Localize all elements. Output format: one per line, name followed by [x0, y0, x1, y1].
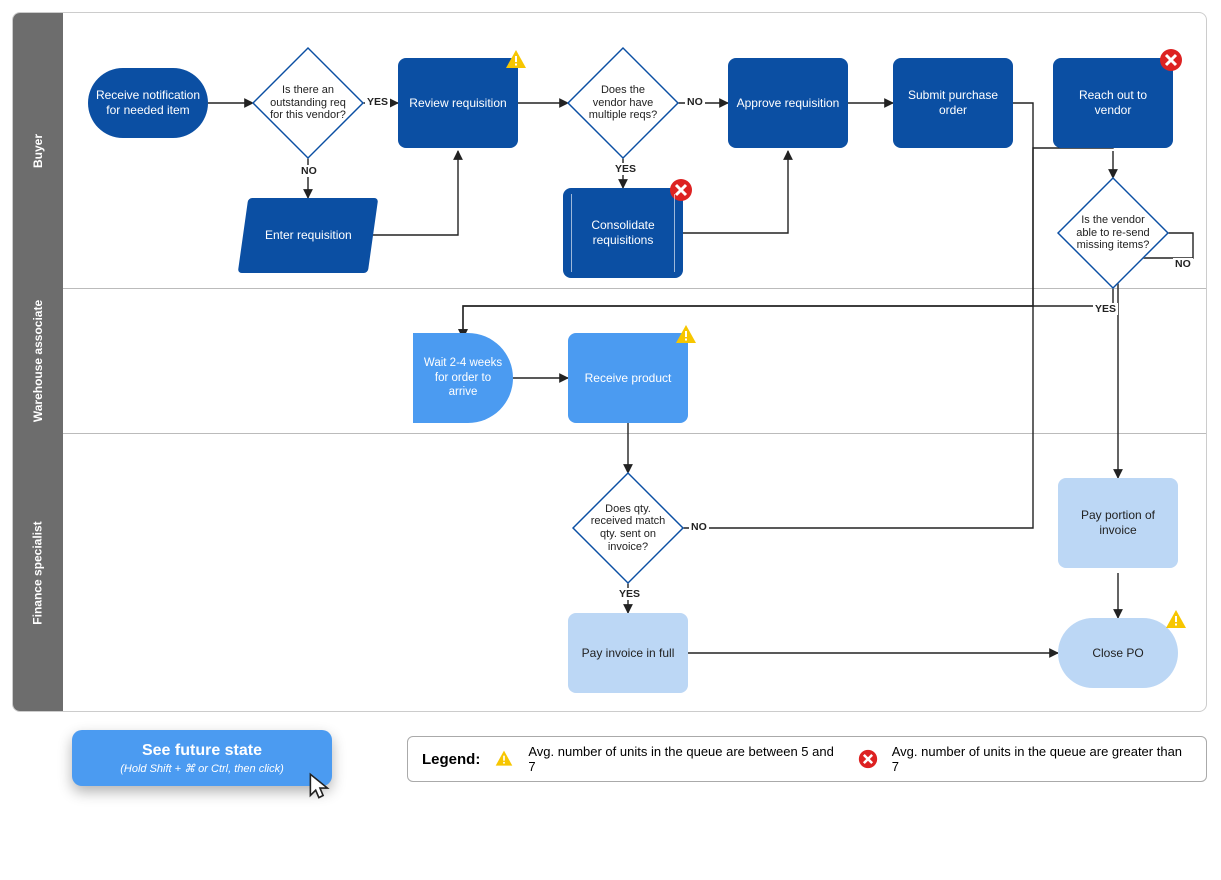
node-decision-qty-match[interactable]: Does qty. received match qty. sent on in…: [573, 473, 683, 583]
node-wait-delay[interactable]: Wait 2-4 weeks for order to arrive: [413, 333, 513, 423]
node-decision-vendor-resend[interactable]: Is the vendor able to re-send missing it…: [1058, 178, 1168, 288]
cta-title: See future state: [78, 742, 326, 760]
see-future-state-button[interactable]: See future state (Hold Shift + ⌘ or Ctrl…: [72, 730, 332, 786]
node-submit-purchase-order[interactable]: Submit purchase order: [893, 58, 1013, 148]
lane-separator: [63, 288, 1206, 289]
warning-icon: [1164, 608, 1188, 632]
node-pay-invoice-full[interactable]: Pay invoice in full: [568, 613, 688, 693]
swimlane-diagram: Buyer Warehouse associate Finance specia…: [12, 12, 1207, 712]
legend-err-text: Avg. number of units in the queue are gr…: [892, 744, 1192, 774]
node-decision-outstanding-req[interactable]: Is there an outstanding req for this ven…: [253, 48, 363, 158]
lane-label-finance: Finance specialist: [13, 433, 63, 712]
edge-label-no: NO: [685, 96, 705, 108]
cursor-icon: [304, 770, 338, 804]
edge-label-no: NO: [299, 165, 319, 177]
edge-label-yes: YES: [617, 588, 642, 600]
edge-label-no: NO: [1173, 258, 1193, 270]
error-icon: [669, 178, 693, 202]
lane-separator: [63, 433, 1206, 434]
edge-label-yes: YES: [365, 96, 390, 108]
node-close-po[interactable]: Close PO: [1058, 618, 1178, 688]
node-decision-vendor-multiple-reqs[interactable]: Does the vendor have multiple reqs?: [568, 48, 678, 158]
lane-label-warehouse: Warehouse associate: [13, 288, 63, 433]
legend-box: Legend: Avg. number of units in the queu…: [407, 736, 1207, 782]
warning-icon: [674, 323, 698, 347]
node-reach-out-to-vendor[interactable]: Reach out to vendor: [1053, 58, 1173, 148]
node-receive-notification[interactable]: Receive notification for needed item: [88, 68, 208, 138]
node-review-requisition[interactable]: Review requisition: [398, 58, 518, 148]
node-receive-product[interactable]: Receive product: [568, 333, 688, 423]
node-approve-requisition[interactable]: Approve requisition: [728, 58, 848, 148]
error-icon: [858, 749, 878, 769]
legend-warn-text: Avg. number of units in the queue are be…: [528, 744, 843, 774]
warning-icon: [504, 48, 528, 72]
lane-label-buyer: Buyer: [13, 13, 63, 288]
edge-label-yes: YES: [1093, 303, 1118, 315]
node-pay-portion-invoice[interactable]: Pay portion of invoice: [1058, 478, 1178, 568]
edge-label-no: NO: [689, 521, 709, 533]
cta-subtitle: (Hold Shift + ⌘ or Ctrl, then click): [78, 762, 326, 775]
error-icon: [1159, 48, 1183, 72]
warning-icon: [494, 749, 514, 769]
lane-label-column: Buyer Warehouse associate Finance specia…: [13, 13, 63, 711]
legend-title: Legend:: [422, 751, 480, 768]
node-enter-requisition[interactable]: Enter requisition: [238, 198, 379, 273]
node-consolidate-requisitions[interactable]: Consolidate requisitions: [563, 188, 683, 278]
edge-label-yes: YES: [613, 163, 638, 175]
